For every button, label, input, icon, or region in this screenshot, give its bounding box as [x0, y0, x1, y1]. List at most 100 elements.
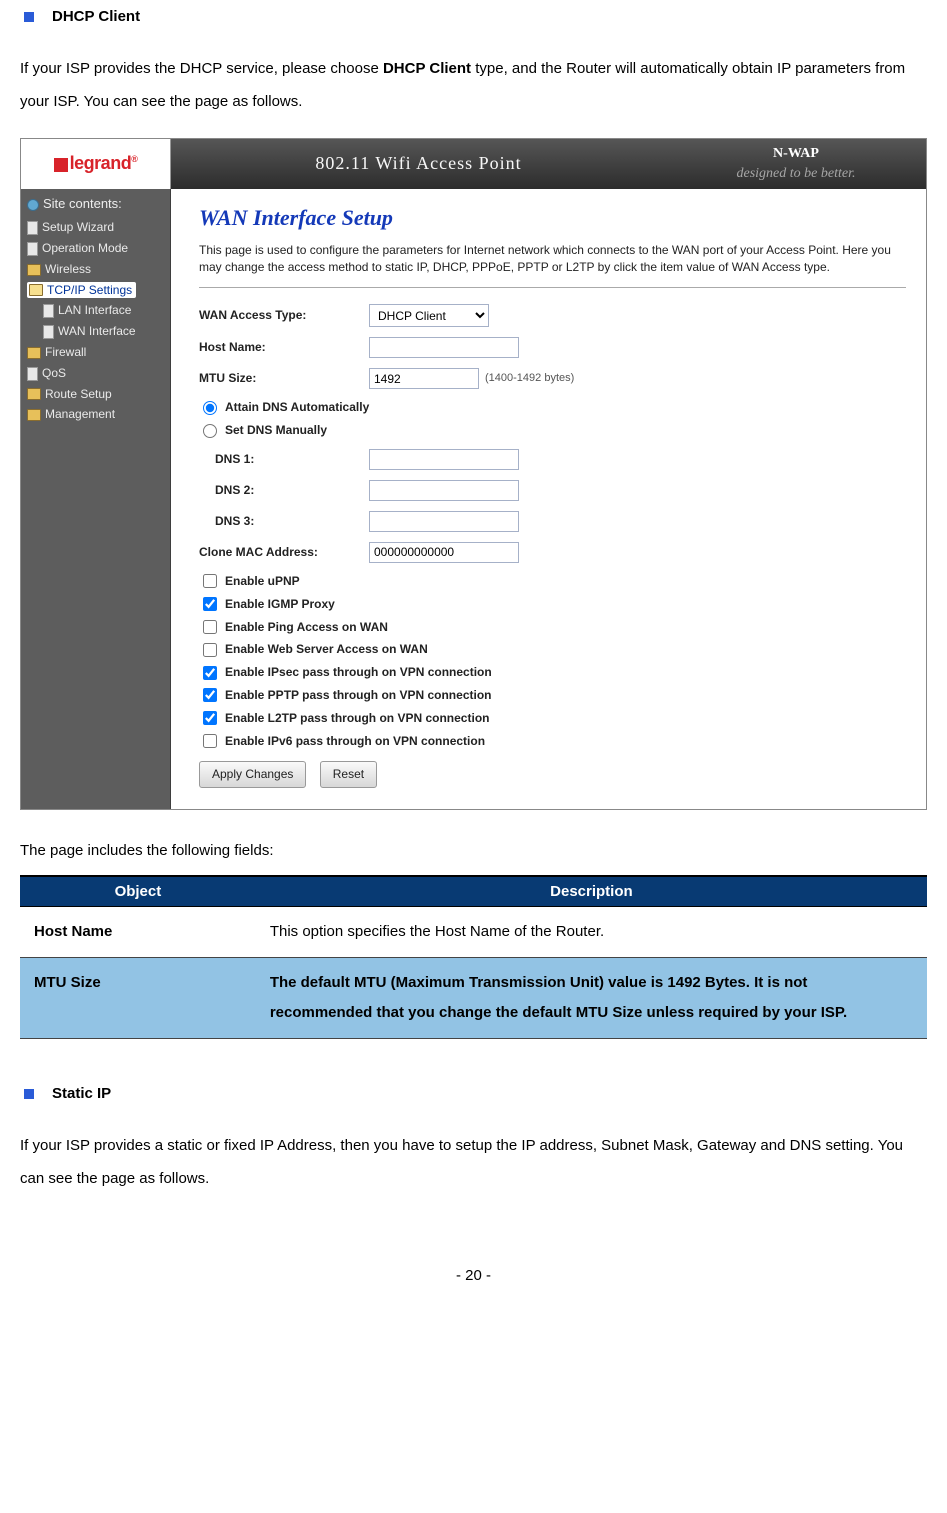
- sidebar-item-firewall[interactable]: Firewall: [25, 342, 166, 363]
- topbar-title: 802.11 Wifi Access Point: [171, 139, 666, 189]
- row-mtu: MTU Size: (1400-1492 bytes): [199, 368, 906, 389]
- radio-attain-label: Attain DNS Automatically: [225, 399, 369, 416]
- folder-icon: [27, 347, 41, 359]
- legrand-logo: legrand®: [54, 151, 138, 176]
- sidebar-label: Operation Mode: [42, 241, 128, 255]
- label-host-name: Host Name:: [199, 339, 369, 356]
- mtu-hint: (1400-1492 bytes): [485, 371, 574, 386]
- section-static-header: Static IP: [20, 1083, 927, 1104]
- wan-access-select[interactable]: DHCP Client: [369, 304, 489, 327]
- sidebar-item-wireless[interactable]: Wireless: [25, 259, 166, 280]
- dhcp-para-pre: If your ISP provides the DHCP service, p…: [20, 60, 383, 77]
- check-label: Enable IPv6 pass through on VPN connecti…: [225, 733, 485, 750]
- cell-desc: This option specifies the Host Name of t…: [256, 907, 927, 958]
- check-l2tp[interactable]: Enable L2TP pass through on VPN connecti…: [203, 710, 906, 727]
- sidebar-item-route-setup[interactable]: Route Setup: [25, 384, 166, 405]
- label-dns1: DNS 1:: [215, 451, 369, 468]
- sidebar-item-operation-mode[interactable]: Operation Mode: [25, 238, 166, 259]
- clone-mac-input[interactable]: [369, 542, 519, 563]
- check-igmp[interactable]: Enable IGMP Proxy: [203, 596, 906, 613]
- dns3-input[interactable]: [369, 511, 519, 532]
- reset-button[interactable]: Reset: [320, 761, 377, 788]
- checkbox-ipsec[interactable]: [203, 666, 217, 680]
- file-icon: [43, 325, 54, 339]
- checkbox-ipv6[interactable]: [203, 734, 217, 748]
- label-clone-mac: Clone MAC Address:: [199, 544, 369, 561]
- file-icon: [27, 367, 38, 381]
- static-paragraph: If your ISP provides a static or fixed I…: [20, 1129, 927, 1195]
- brand-nwap: N-WAP: [773, 146, 819, 161]
- sidebar-item-tcpip[interactable]: TCP/IP Settings: [25, 280, 166, 301]
- check-upnp[interactable]: Enable uPNP: [203, 573, 906, 590]
- topbar-tagline: N-WAP designed to be better.: [666, 139, 926, 189]
- radio-attain-input[interactable]: [203, 401, 217, 415]
- file-icon: [27, 242, 38, 256]
- row-wan-access: WAN Access Type: DHCP Client: [199, 304, 906, 327]
- dns1-input[interactable]: [369, 449, 519, 470]
- checkbox-upnp[interactable]: [203, 574, 217, 588]
- cell-object: Host Name: [20, 907, 256, 958]
- check-label: Enable uPNP: [225, 573, 300, 590]
- check-pptp[interactable]: Enable PPTP pass through on VPN connecti…: [203, 687, 906, 704]
- table-row: MTU Size The default MTU (Maximum Transm…: [20, 958, 927, 1039]
- folder-open-icon: [29, 284, 43, 296]
- check-label: Enable Ping Access on WAN: [225, 619, 388, 636]
- sidebar-item-qos[interactable]: QoS: [25, 363, 166, 384]
- dhcp-paragraph: If your ISP provides the DHCP service, p…: [20, 52, 927, 118]
- th-description: Description: [256, 876, 927, 907]
- folder-icon: [27, 388, 41, 400]
- radio-manual-dns[interactable]: Set DNS Manually: [203, 422, 906, 439]
- checkbox-web[interactable]: [203, 643, 217, 657]
- wan-content: WAN Interface Setup This page is used to…: [171, 189, 926, 809]
- radio-manual-label: Set DNS Manually: [225, 422, 327, 439]
- checkbox-ping[interactable]: [203, 620, 217, 634]
- sidebar-label: WAN Interface: [58, 324, 136, 338]
- check-ping[interactable]: Enable Ping Access on WAN: [203, 619, 906, 636]
- mtu-input[interactable]: [369, 368, 479, 389]
- th-object: Object: [20, 876, 256, 907]
- check-web[interactable]: Enable Web Server Access on WAN: [203, 641, 906, 658]
- checkbox-l2tp[interactable]: [203, 711, 217, 725]
- page-number: - 20 -: [20, 1265, 927, 1286]
- section-dhcp-header: DHCP Client: [20, 6, 927, 27]
- dns2-input[interactable]: [369, 480, 519, 501]
- checkbox-igmp[interactable]: [203, 597, 217, 611]
- row-host-name: Host Name:: [199, 337, 906, 358]
- sidebar-item-wan[interactable]: WAN Interface: [25, 321, 166, 342]
- router-screenshot: legrand® 802.11 Wifi Access Point N-WAP …: [20, 138, 927, 810]
- file-icon: [43, 304, 54, 318]
- cell-desc: The default MTU (Maximum Transmission Un…: [256, 958, 927, 1039]
- check-ipsec[interactable]: Enable IPsec pass through on VPN connect…: [203, 664, 906, 681]
- sidebar-label: Setup Wizard: [42, 220, 114, 234]
- sidebar-label: LAN Interface: [58, 303, 131, 317]
- label-wan-access: WAN Access Type:: [199, 307, 369, 324]
- host-name-input[interactable]: [369, 337, 519, 358]
- checkbox-pptp[interactable]: [203, 688, 217, 702]
- section-dhcp-title: DHCP Client: [52, 6, 140, 27]
- row-dns3: DNS 3:: [215, 511, 906, 532]
- fields-table: Object Description Host Name This option…: [20, 875, 927, 1039]
- globe-icon: [27, 199, 39, 211]
- check-ipv6[interactable]: Enable IPv6 pass through on VPN connecti…: [203, 733, 906, 750]
- sidebar-item-lan[interactable]: LAN Interface: [25, 300, 166, 321]
- folder-icon: [27, 409, 41, 421]
- sidebar-label: Route Setup: [45, 387, 112, 401]
- check-label: Enable PPTP pass through on VPN connecti…: [225, 687, 491, 704]
- sidebar-heading: Site contents:: [25, 195, 166, 213]
- sidebar-heading-text: Site contents:: [43, 196, 122, 211]
- brand-tagline: designed to be better.: [737, 166, 856, 181]
- divider: [199, 287, 906, 288]
- dhcp-para-bold: DHCP Client: [383, 60, 471, 77]
- radio-attain-dns[interactable]: Attain DNS Automatically: [203, 399, 906, 416]
- sidebar-item-setup-wizard[interactable]: Setup Wizard: [25, 217, 166, 238]
- check-label: Enable IPsec pass through on VPN connect…: [225, 664, 492, 681]
- folder-icon: [27, 264, 41, 276]
- check-label: Enable L2TP pass through on VPN connecti…: [225, 710, 489, 727]
- bullet-icon: [24, 12, 34, 22]
- sidebar-item-management[interactable]: Management: [25, 404, 166, 425]
- check-label: Enable IGMP Proxy: [225, 596, 335, 613]
- row-dns1: DNS 1:: [215, 449, 906, 470]
- sidebar-label: TCP/IP Settings: [47, 283, 132, 297]
- apply-button[interactable]: Apply Changes: [199, 761, 306, 788]
- radio-manual-input[interactable]: [203, 424, 217, 438]
